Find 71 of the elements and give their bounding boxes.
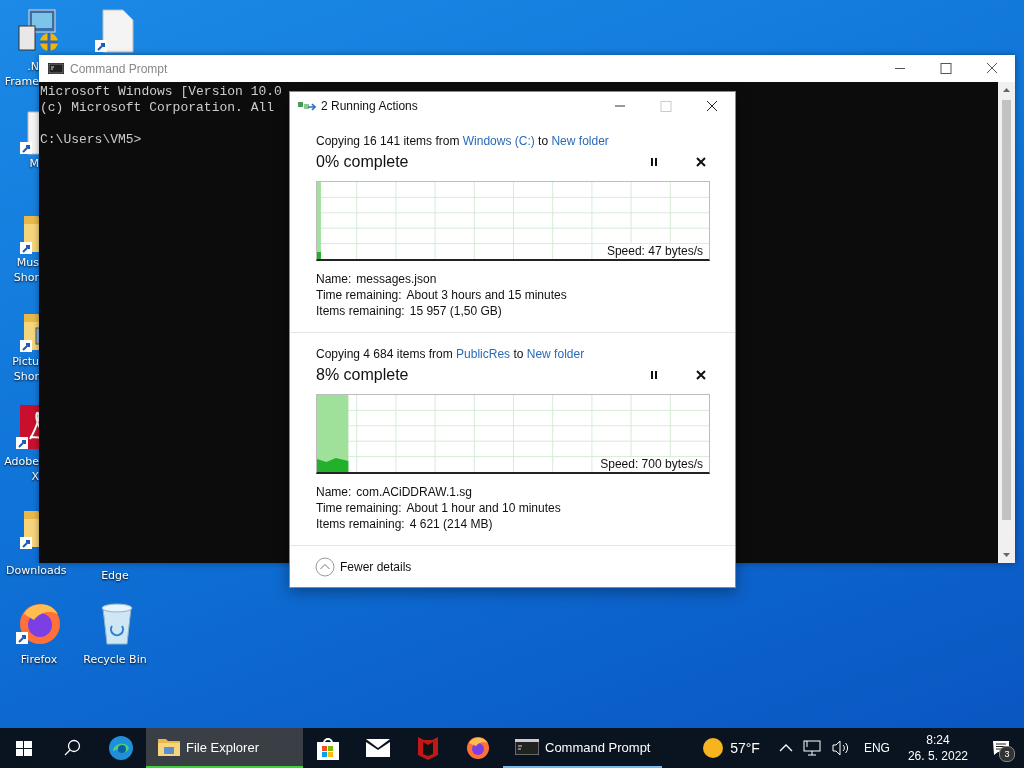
detail-value: About 3 hours and 15 minutes (406, 287, 567, 303)
console-prompt: C:\Users\VM5> (40, 132, 142, 148)
detail-value: 4 621 (214 MB) (409, 516, 493, 532)
console-output-line: Microsoft Windows [Version 10.0 (40, 84, 282, 100)
file-shortcut-icon[interactable] (20, 110, 39, 156)
browser-icon (466, 736, 490, 760)
desktop-icon-label: M (28, 157, 39, 171)
scroll-thumb[interactable] (1002, 100, 1011, 520)
chevron-up-icon[interactable] (778, 743, 793, 753)
detail-value: About 1 hour and 10 minutes (406, 500, 561, 516)
input-language[interactable]: ENG (863, 741, 890, 755)
destination-link[interactable]: New folder (526, 347, 585, 361)
clock[interactable]: 8:24 26. 5. 2022 (907, 732, 968, 764)
weather-temperature[interactable]: 57°F (730, 740, 760, 756)
cancel-icon[interactable] (694, 155, 708, 169)
chevron-up-icon (315, 556, 335, 577)
desktop-icon-label: Mus (15, 256, 39, 270)
document-app-icon[interactable] (16, 405, 39, 451)
speed-wave (317, 458, 349, 472)
detail-label: Name: (316, 484, 352, 500)
desktop-icon-label: Shor (12, 370, 39, 384)
window-title: Command Prompt (70, 61, 168, 76)
shopping-bag-icon (316, 735, 340, 761)
shield-icon (417, 736, 439, 760)
detail-label: Items remaining: (316, 516, 405, 532)
copy-description: Copying 4 684 items from PublicRes to New folder (316, 346, 586, 362)
detail-label: Items remaining: (316, 303, 405, 319)
detail-value: 15 957 (1,50 GB) (409, 303, 502, 319)
dialog-title: 2 Running Actions (321, 99, 418, 113)
taskbar-app-button[interactable]: File Explorer (146, 728, 303, 768)
desktop-icon-label: Pictu (11, 355, 39, 369)
speed-wave (317, 252, 321, 259)
network-icon[interactable] (802, 740, 821, 756)
detail-value: messages.json (356, 271, 437, 287)
folder-icon (158, 738, 180, 756)
source-link[interactable]: PublicRes (456, 347, 511, 361)
desktop-icon-label: Shor (12, 271, 39, 285)
detail-label: Time remaining: (316, 287, 402, 303)
sun-icon[interactable] (702, 737, 725, 759)
copy-icon (298, 101, 316, 111)
detail-label: Name: (316, 271, 352, 287)
desktop-icon-label: Firefox (19, 653, 59, 667)
scrollbar[interactable] (998, 82, 1015, 563)
desktop-icon-label: Frame (3, 75, 39, 89)
speed-label: Speed: 700 bytes/s (598, 457, 705, 471)
taskbar-app-button[interactable]: Command Prompt (503, 728, 663, 768)
desktop-icon-label: Edge (100, 569, 130, 583)
console-icon (48, 63, 64, 74)
envelope-icon (365, 738, 391, 758)
browser-icon (108, 735, 134, 761)
speed-label: Speed: 47 bytes/s (604, 244, 705, 258)
desktop-icon-label: X (30, 470, 39, 484)
desktop-icon-label: .N (26, 60, 39, 74)
notification-count: 3 (999, 746, 1015, 762)
installer-icon[interactable] (17, 8, 61, 54)
console-icon (515, 739, 539, 755)
fewer-details-button[interactable]: Fewer details (315, 556, 412, 577)
detail-label: Time remaining: (316, 500, 402, 516)
percent-complete: 0% complete (316, 153, 409, 171)
destination-link[interactable]: New folder (551, 134, 609, 148)
detail-value: com.ACiDDRAW.1.sg (356, 484, 472, 500)
desktop-icon-label: Recycle Bin (82, 653, 148, 667)
percent-complete: 8% complete (316, 366, 409, 384)
copy-description: Copying 16 141 items from Windows (C:) to New folder (316, 133, 610, 149)
desktop-icon-label: Downloads (6, 564, 68, 578)
notification-button[interactable]: 3 (978, 728, 1024, 768)
desktop-icon-label: Adobe (3, 455, 39, 469)
source-link[interactable]: Windows (C:) (462, 134, 535, 148)
speaker-icon[interactable] (830, 740, 851, 756)
cancel-icon[interactable] (694, 368, 708, 382)
console-output-line: (c) Microsoft Corporation. All (40, 100, 275, 116)
